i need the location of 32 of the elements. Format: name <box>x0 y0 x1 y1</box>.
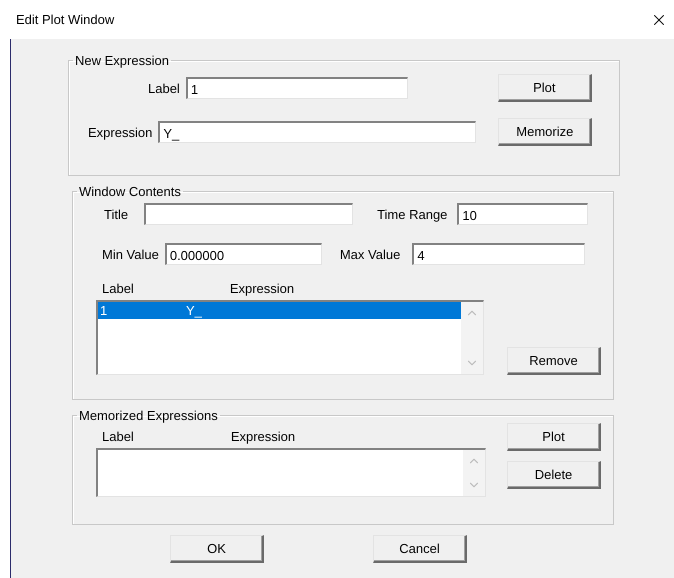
column-header: Label <box>102 281 134 296</box>
column-header: Label <box>102 429 134 444</box>
field-label: Max Value <box>340 246 400 262</box>
plot-button[interactable]: Plot <box>507 423 601 451</box>
input-field[interactable] <box>144 203 354 225</box>
input-field[interactable]: Y_ <box>158 121 476 143</box>
field-label: Min Value <box>102 246 159 262</box>
input-field[interactable]: 1 <box>186 77 408 99</box>
delete-button[interactable]: Delete <box>507 461 601 489</box>
input-field[interactable]: 10 <box>457 203 588 225</box>
memorize-button[interactable]: Memorize <box>498 118 592 146</box>
field-label: Title <box>104 206 128 222</box>
list-box[interactable]: 1 Y_ <box>96 300 484 375</box>
scrollbar[interactable] <box>463 450 485 496</box>
input-field[interactable]: 4 <box>412 243 586 265</box>
plot-button[interactable]: Plot <box>498 74 592 102</box>
group-title: Memorized Expressions <box>78 408 219 423</box>
scrollbar[interactable] <box>461 302 483 374</box>
list-row[interactable]: 1 Y_ <box>98 302 461 319</box>
group-title: New Expression <box>74 53 170 68</box>
field-label: Time Range <box>377 206 448 222</box>
group-title: Window Contents <box>78 184 182 199</box>
window-title: Edit Plot Window <box>16 12 114 27</box>
column-header: Expression <box>230 429 296 444</box>
cancel-button[interactable]: Cancel <box>373 535 467 563</box>
ok-button[interactable]: OK <box>170 535 264 563</box>
remove-button[interactable]: Remove <box>507 347 601 375</box>
column-header: Expression <box>230 281 294 296</box>
field-label: Label <box>148 80 180 96</box>
field-label: Expression <box>88 124 152 140</box>
input-field[interactable]: 0.000000 <box>164 243 322 265</box>
list-box[interactable] <box>96 448 486 497</box>
